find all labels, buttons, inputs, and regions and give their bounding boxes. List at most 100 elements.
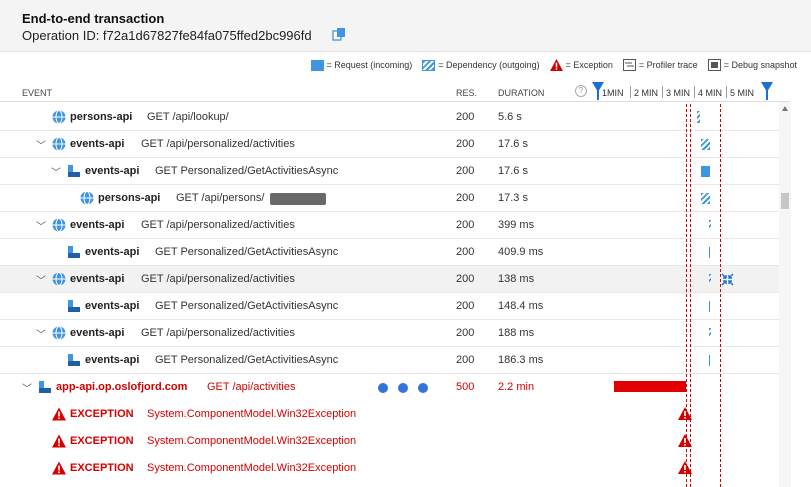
result-code: 200 [456,300,475,312]
service-name: events-api [85,246,140,258]
service-name: events-api [85,165,140,177]
legend-exception-label: = Exception [565,60,613,70]
service-name: persons-api [70,111,133,123]
tick-separator [726,86,727,98]
table-row[interactable]: events-api GET Personalized/GetActivitie… [0,239,790,266]
legend-profiler: = Profiler trace [622,59,698,71]
table-row[interactable]: events-api GET Personalized/GetActivitie… [0,293,790,320]
duration-value: 5.6 s [498,111,522,123]
chevron-down-icon[interactable]: ﹀ [36,137,46,152]
timeline-marker-line [690,104,691,487]
timeline-bar[interactable] [709,247,710,258]
service-name: events-api [70,327,125,339]
debug-snapshot-icon [707,59,721,71]
request-name: GET /api/activities [207,381,296,393]
profiler-trace-icon [622,59,636,71]
request-name: GET /api/persons/ [176,192,265,204]
result-code: 200 [456,219,475,231]
timeline-bar[interactable] [709,301,710,312]
scroll-thumb[interactable] [781,193,789,209]
result-code: 200 [456,327,475,339]
legend-profiler-label: = Profiler trace [638,60,698,70]
table-row[interactable]: ﹀ events-api GET Personalized/GetActivit… [0,158,790,185]
transaction-header: End-to-end transaction Operation ID: f72… [0,0,811,52]
chevron-down-icon[interactable]: ﹀ [51,164,61,179]
duration-column-header[interactable]: DURATION [498,88,544,98]
legend-request: = Request (incoming) [310,59,413,71]
service-name: events-api [85,300,140,312]
exception-row[interactable]: EXCEPTION System.ComponentModel.Win32Exc… [0,428,790,455]
service-name: events-api [70,219,125,231]
globe-icon [52,110,66,124]
server-icon [68,300,80,312]
column-header: EVENT RES. DURATION ? 1MIN 2 MIN 3 MIN 4… [0,80,790,102]
table-row-error[interactable]: ﹀ app-api.op.oslofjord.com GET /api/acti… [0,374,790,401]
timeline-bar[interactable] [614,381,686,392]
duration-value: 186.3 ms [498,354,544,366]
duration-value: 2.2 min [498,381,535,393]
collapse-arrows-icon[interactable] [721,273,734,286]
request-name: GET Personalized/GetActivitiesAsync [155,354,339,366]
table-row[interactable]: ﹀ events-api GET /api/personalized/activ… [0,320,790,347]
tick-label: 3 MIN [666,88,691,98]
table-row[interactable]: persons-api GET /api/lookup/ 200 5.6 s [0,104,790,131]
timeline-bar[interactable] [709,220,711,230]
chevron-down-icon[interactable]: ﹀ [36,326,46,341]
legend: = Request (incoming) = Dependency (outgo… [305,58,797,72]
timeline-bar[interactable] [709,328,711,337]
exception-row[interactable]: EXCEPTION System.ComponentModel.Win32Exc… [0,455,790,482]
exception-warning-icon [52,407,66,421]
legend-request-label: = Request (incoming) [326,60,413,70]
exception-warning-icon [52,434,66,448]
timeline-bar[interactable] [701,166,710,177]
timeline-end-handle-line [766,82,768,100]
tick-label: 5 MIN [730,88,755,98]
table-row[interactable]: ﹀ events-api GET /api/personalized/activ… [0,266,790,293]
help-icon[interactable]: ? [575,85,587,97]
globe-icon [52,326,66,340]
timeline-bar[interactable] [697,111,700,123]
scroll-up-icon[interactable] [782,106,788,111]
tick-separator [694,86,695,98]
table-row[interactable]: ﹀ events-api GET /api/personalized/activ… [0,212,790,239]
timeline-bar[interactable] [701,193,710,204]
exception-label: EXCEPTION [70,462,134,474]
duration-value: 17.6 s [498,138,528,150]
service-name: persons-api [98,192,161,204]
table-row[interactable]: persons-api GET /api/persons/ 200 17.3 s [0,185,790,212]
request-name: GET Personalized/GetActivitiesAsync [155,246,339,258]
copy-icon[interactable] [332,27,346,41]
result-code: 200 [456,165,475,177]
event-column-header[interactable]: EVENT [22,88,52,98]
exception-type: System.ComponentModel.Win32Exception [147,435,357,447]
timeline-marker-line [686,104,687,487]
exception-row-partial [0,482,790,487]
tick-separator [662,86,663,98]
legend-exception: = Exception [549,59,613,71]
globe-icon [80,191,94,205]
globe-icon [52,137,66,151]
timeline-bar[interactable] [709,274,711,282]
timeline-bar[interactable] [709,355,710,366]
request-name: GET Personalized/GetActivitiesAsync [155,300,339,312]
vertical-scrollbar[interactable] [779,102,791,487]
table-row[interactable]: events-api GET Personalized/GetActivitie… [0,347,790,374]
result-code: 200 [456,138,475,150]
result-code: 200 [456,111,475,123]
chevron-down-icon[interactable]: ﹀ [36,218,46,233]
result-code: 200 [456,192,475,204]
res-column-header[interactable]: RES. [456,88,477,98]
exception-row[interactable]: EXCEPTION System.ComponentModel.Win32Exc… [0,401,790,428]
request-name: GET /api/lookup/ [147,111,229,123]
request-name: GET Personalized/GetActivitiesAsync [155,165,339,177]
duration-value: 188 ms [498,327,535,339]
server-icon [39,381,51,393]
result-code: 500 [456,381,475,393]
request-name: GET /api/personalized/activities [141,327,295,339]
request-name: GET /api/personalized/activities [141,219,295,231]
table-row[interactable]: ﹀ events-api GET /api/personalized/activ… [0,131,790,158]
timeline-bar[interactable] [701,139,710,150]
duration-value: 399 ms [498,219,535,231]
chevron-down-icon[interactable]: ﹀ [36,272,46,287]
chevron-down-icon[interactable]: ﹀ [22,380,32,395]
